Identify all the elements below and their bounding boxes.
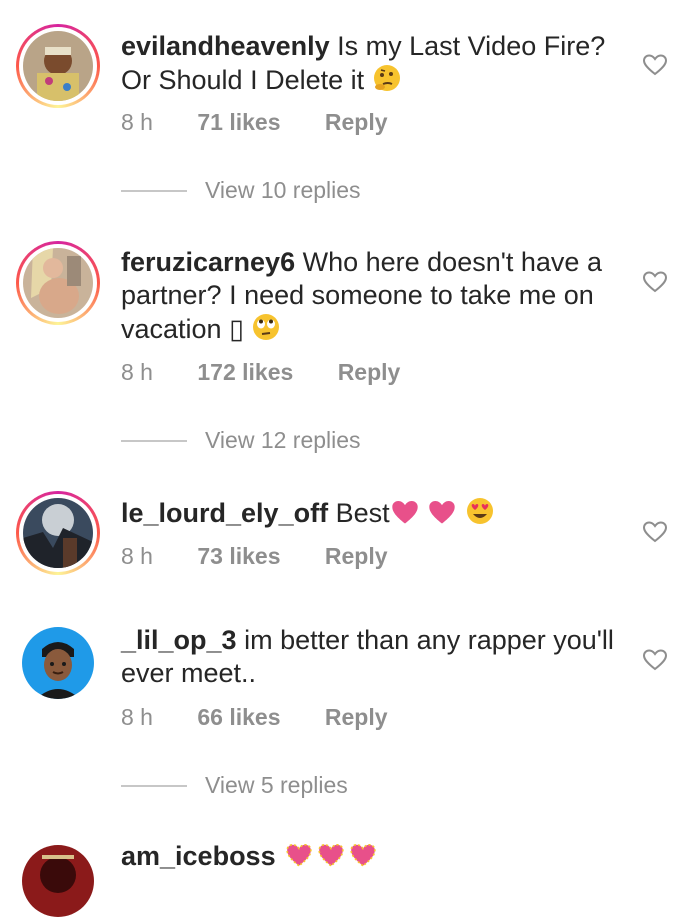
- sparkling-heart-icon: [315, 841, 347, 877]
- story-ring: [16, 491, 100, 575]
- view-replies[interactable]: View 5 replies: [121, 772, 348, 799]
- comment-meta: 8 h 172 likes Reply: [121, 359, 400, 386]
- comment-likes[interactable]: 71 likes: [197, 109, 280, 136]
- comment-username[interactable]: evilandheavenly: [121, 31, 330, 61]
- view-replies-label[interactable]: View 5 replies: [205, 772, 348, 799]
- comment-username[interactable]: am_iceboss: [121, 841, 276, 871]
- view-replies-label[interactable]: View 10 replies: [205, 177, 361, 204]
- comment-meta: 8 h 66 likes Reply: [121, 704, 388, 731]
- view-replies-label[interactable]: View 12 replies: [205, 427, 361, 454]
- comment-username[interactable]: _lil_op_3: [121, 625, 237, 655]
- sparkling-heart-icon: [347, 841, 379, 877]
- story-ring: [16, 241, 100, 325]
- reply-button[interactable]: Reply: [325, 704, 388, 731]
- comment-body: evilandheavenly Is my Last Video Fire? O…: [121, 30, 621, 101]
- comment-username[interactable]: feruzicarney6: [121, 247, 295, 277]
- comment-body: le_lourd_ely_off Best: [121, 496, 621, 534]
- avatar[interactable]: [16, 241, 100, 325]
- comment-text: Best: [335, 498, 390, 528]
- view-replies[interactable]: View 12 replies: [121, 427, 361, 454]
- comment-body: _lil_op_3 im better than any rapper you'…: [121, 624, 621, 690]
- comment-meta: 8 h 73 likes Reply: [121, 543, 388, 570]
- avatar[interactable]: [16, 621, 100, 705]
- like-heart-icon[interactable]: [642, 53, 668, 77]
- comment-time: 8 h: [121, 704, 153, 730]
- comment-time: 8 h: [121, 359, 153, 385]
- reply-button[interactable]: Reply: [325, 543, 388, 570]
- comment-body: am_iceboss: [121, 840, 621, 877]
- comment-username[interactable]: le_lourd_ely_off: [121, 498, 328, 528]
- divider-line: [121, 439, 187, 442]
- like-heart-icon[interactable]: [642, 270, 668, 294]
- avatar[interactable]: [16, 491, 100, 575]
- view-replies[interactable]: View 10 replies: [121, 177, 361, 204]
- comment-body: feruzicarney6 Who here doesn't have a pa…: [121, 246, 621, 350]
- comment-likes[interactable]: 66 likes: [197, 704, 280, 731]
- story-ring: [16, 24, 100, 108]
- pink-heart-icon: [427, 498, 457, 534]
- avatar[interactable]: [16, 839, 100, 923]
- like-heart-icon[interactable]: [642, 648, 668, 672]
- rolling-eyes-face-icon: [251, 312, 281, 350]
- divider-line: [121, 189, 187, 192]
- comment-likes[interactable]: 73 likes: [197, 543, 280, 570]
- reply-button[interactable]: Reply: [338, 359, 401, 386]
- comment-time: 8 h: [121, 543, 153, 569]
- comment-time: 8 h: [121, 109, 153, 135]
- comment-likes[interactable]: 172 likes: [197, 359, 293, 386]
- divider-line: [121, 784, 187, 787]
- like-heart-icon[interactable]: [642, 520, 668, 544]
- thinking-face-icon: [372, 63, 402, 101]
- sparkling-heart-icon: [283, 841, 315, 877]
- heart-eyes-face-icon: [465, 496, 495, 534]
- pink-heart-icon: [390, 498, 420, 534]
- avatar[interactable]: [16, 24, 100, 108]
- reply-button[interactable]: Reply: [325, 109, 388, 136]
- comment-meta: 8 h 71 likes Reply: [121, 109, 388, 136]
